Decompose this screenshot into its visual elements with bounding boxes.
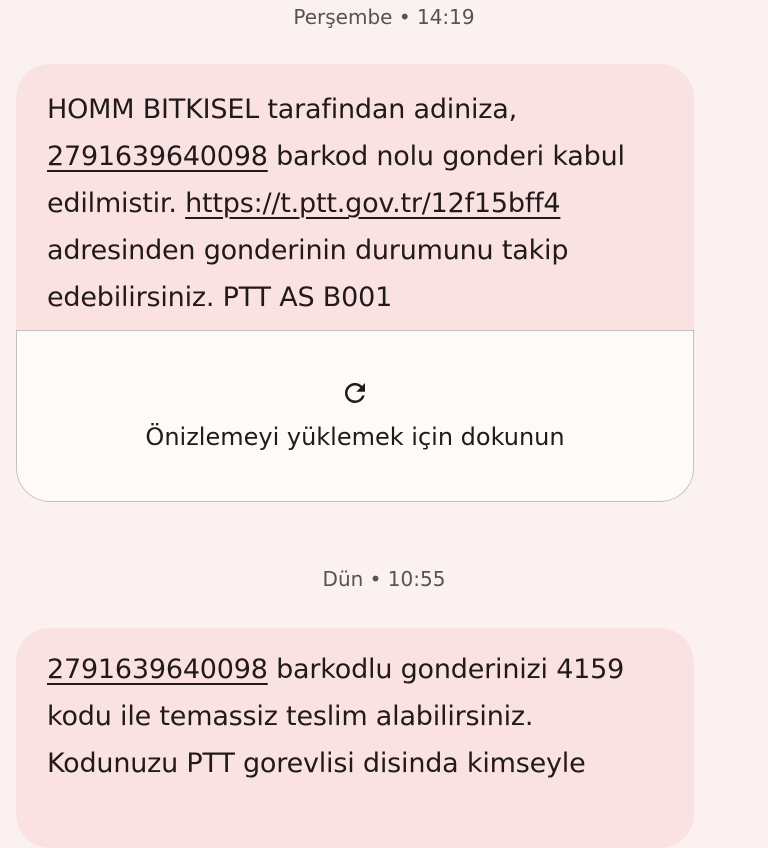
message-text-part: tarafindan adiniza, <box>259 94 517 125</box>
message-text: HOMM BITKISEL tarafindan adiniza, 2791639… <box>16 64 694 321</box>
link-preview-card[interactable]: Önizlemeyi yüklemek için dokunun <box>16 330 694 502</box>
message-bubble[interactable]: 2791639640098 barkodlu gonderinizi 4159 … <box>16 628 694 848</box>
refresh-icon <box>344 382 365 403</box>
barcode-number[interactable]: 2791639640098 <box>47 141 268 172</box>
sender-name: HOMM BITKISEL <box>47 94 260 125</box>
message-timestamp: Perşembe • 14:19 <box>293 5 475 29</box>
message-text: 2791639640098 barkodlu gonderinizi 4159 … <box>16 628 694 787</box>
message-timestamp: Dün • 10:55 <box>322 567 446 591</box>
message-text-part: adresinden gonderinin durumunu takip ede… <box>47 235 569 313</box>
preview-load-label: Önizlemeyi yüklemek için dokunun <box>145 423 565 451</box>
barcode-number[interactable]: 2791639640098 <box>47 654 268 685</box>
tracking-link[interactable]: https://t.ptt.gov.tr/12f15bff4 <box>185 188 560 219</box>
message-bubble[interactable]: HOMM BITKISEL tarafindan adiniza, 2791639… <box>16 64 694 502</box>
